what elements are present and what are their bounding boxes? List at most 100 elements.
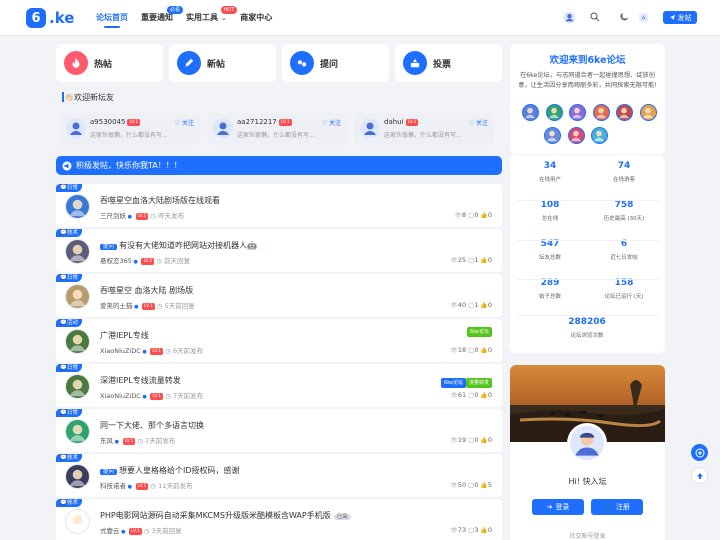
eye-icon: 👁	[450, 347, 458, 354]
post-title[interactable]: 广港IEPL专线	[100, 330, 149, 341]
author-avatar[interactable]	[65, 374, 90, 399]
author-name[interactable]: 悬权恋365	[100, 257, 132, 265]
follow-button[interactable]: ♡ 关注	[175, 118, 194, 127]
nav-item[interactable]: 论坛首页	[96, 12, 128, 28]
post-row[interactable]: 💬日常 吞噬星空血洛大陆剧场版在线观看 三尺剑妖 ● LV.1 ◷ 昨天发布 👁8 ▢…	[56, 184, 502, 227]
post-category-tag: 💬技术	[56, 499, 82, 507]
avatar[interactable]	[360, 118, 380, 138]
thumb-up-icon[interactable]: 👍	[478, 302, 487, 309]
thumb-up-icon[interactable]: 👍	[478, 347, 487, 354]
active-user-avatar[interactable]	[569, 104, 586, 121]
post-label-tag[interactable]: 6ke论坛	[467, 327, 492, 337]
post-category-tag: 💬日常	[56, 364, 82, 372]
new-user-card[interactable]: a9530045 LV.1 这家伙很懒，什么都没有写... ♡ 关注	[60, 113, 200, 145]
user-name[interactable]: a9530045 LV.1	[90, 118, 141, 126]
quick-action-3[interactable]: 提问	[282, 44, 389, 82]
post-row[interactable]: 💬技术 提问 想要人皇格格给个ID授权码，感谢 科技诺者 ● LV.1 ◷ 11天前发…	[56, 454, 502, 497]
author-avatar[interactable]	[65, 194, 90, 219]
post-label-tag[interactable]: 6ke论坛	[441, 378, 466, 388]
post-row[interactable]: 💬技术 PHP电影网站源码自动采集MKCMS升级版米酷模板含WAP手机版 已采 式壹云…	[56, 499, 502, 540]
nav-item[interactable]: 商家中心	[240, 12, 272, 23]
login-button[interactable]: ➔ 登录	[532, 499, 584, 515]
post-time: 11天前发布	[158, 482, 193, 490]
avatar[interactable]	[66, 118, 86, 138]
post-row[interactable]: 💬日常 深港IEPL专线流量转发 XiaoNiuZiDC ● LV.1 ◷ 7天前发…	[56, 364, 502, 407]
post-row[interactable]: 💬日常 同一下大佬、那个多语言切换 东风 ● LV.1 ◷ 7天前发布 👁19 ▢0 …	[56, 409, 502, 452]
clock-icon: ◷	[163, 392, 173, 400]
user-icon: ●	[126, 214, 134, 220]
user-name[interactable]: dahui LV.1	[384, 118, 419, 126]
thumb-up-icon[interactable]: 👍	[478, 437, 487, 444]
author-name[interactable]: XiaoNiuZiDC	[100, 347, 141, 355]
author-name[interactable]: 爱笑的土猫	[100, 302, 133, 310]
notice-bar[interactable]: 积极发帖，快乐你我TA！！！	[56, 156, 502, 175]
thumb-up-icon[interactable]: 👍	[478, 392, 487, 399]
social-login-label: 社交账号登录	[569, 533, 606, 540]
active-user-avatar[interactable]	[639, 104, 657, 121]
active-user-avatar[interactable]	[545, 104, 563, 121]
author-name[interactable]: 科技诺者	[100, 482, 126, 490]
post-label-tag[interactable]: 流量转发	[465, 378, 492, 388]
quick-action-1[interactable]: 热帖	[56, 44, 163, 82]
level-badge: LV.1	[135, 482, 149, 490]
author-name[interactable]: 三尺剑妖	[100, 212, 126, 220]
site-logo[interactable]: 6 .ke	[26, 8, 74, 28]
thumb-up-icon[interactable]: 👍	[478, 527, 487, 534]
level-badge: LV.2	[141, 257, 155, 265]
thumb-up-icon[interactable]: 👍	[478, 212, 487, 219]
nav-item[interactable]: 实用工具 HOT ⌄	[186, 6, 238, 23]
level-badge: LV.1	[122, 437, 136, 445]
post-row[interactable]: 💬日常 吞噬星空 血洛大陆 剧场版 爱笑的土猫 ● LV.1 ◷ 5天前回复 👁40 …	[56, 274, 502, 317]
moon-icon[interactable]	[617, 10, 631, 24]
nav-item[interactable]: 重要通知 必看	[141, 6, 183, 23]
thumb-up-icon[interactable]: 👍	[478, 257, 487, 264]
follow-button[interactable]: ♡ 关注	[469, 118, 488, 127]
active-user-avatar[interactable]	[567, 127, 585, 144]
welcome-card: 欢迎来到6ke论坛 在6ke论坛，与志同道合者一起碰撞思想、绽放创意，让生活因分…	[510, 44, 665, 154]
stats-divider	[516, 279, 659, 280]
float-add-button[interactable]	[691, 444, 708, 461]
author-avatar[interactable]	[65, 284, 90, 309]
new-user-card[interactable]: aa2712217 LV.1 这家伙很懒，什么都没有写... ♡ 关注	[207, 113, 347, 145]
new-user-card[interactable]: dahui LV.1 这家伙很懒，什么都没有写... ♡ 关注	[354, 113, 494, 145]
author-avatar[interactable]	[65, 239, 90, 264]
float-back-to-top[interactable]	[691, 467, 708, 484]
avatar[interactable]	[213, 118, 233, 138]
search-icon[interactable]	[588, 10, 602, 24]
author-name[interactable]: 式壹云	[100, 527, 120, 535]
post-title[interactable]: 深港IEPL专线流量转发	[100, 375, 181, 386]
post-category-tag: 💬日常	[56, 274, 82, 282]
user-name[interactable]: aa2712217 LV.1	[237, 118, 292, 126]
author-name[interactable]: 东风	[100, 437, 113, 445]
user-avatar[interactable]	[562, 10, 576, 24]
quick-action-label: 提问	[320, 59, 339, 70]
active-user-avatar[interactable]	[592, 104, 610, 121]
author-avatar[interactable]	[65, 464, 90, 489]
lang-icon[interactable]: A	[636, 10, 650, 24]
post-title[interactable]: 同一下大佬、那个多语言切换	[100, 420, 204, 431]
like-count: 0	[487, 256, 492, 264]
thumb-up-icon[interactable]: 👍	[478, 482, 487, 489]
post-title[interactable]: 提问 想要人皇格格给个ID授权码，感谢	[100, 465, 240, 476]
post-row[interactable]: 💬活动 广港IEPL专线 XiaoNiuZiDC ● LV.1 ◷ 6天前发布 6ke…	[56, 319, 502, 362]
post-category-label: 日常	[66, 275, 78, 281]
active-user-avatar[interactable]	[591, 127, 608, 144]
author-name[interactable]: XiaoNiuZiDC	[100, 392, 141, 400]
active-user-avatar[interactable]	[522, 104, 539, 121]
author-avatar[interactable]	[65, 419, 90, 444]
quick-action-4[interactable]: 投票	[395, 44, 502, 82]
quick-action-2[interactable]: 新帖	[169, 44, 276, 82]
post-title[interactable]: PHP电影网站源码自动采集MKCMS升级版米酷模板含WAP手机版 已采	[100, 510, 351, 521]
follow-button[interactable]: ♡ 关注	[322, 118, 341, 127]
post-title[interactable]: 吞噬星空 血洛大陆 剧场版	[100, 285, 193, 296]
post-title[interactable]: 吞噬星空血洛大陆剧场版在线观看	[100, 195, 220, 206]
post-button[interactable]: 发帖	[663, 11, 697, 24]
post-title[interactable]: 提问 有没有大佬知道咋把网站对接机器人🤖	[100, 240, 257, 251]
nav-badge: HOT	[220, 6, 238, 14]
author-avatar[interactable]	[65, 509, 90, 534]
register-button[interactable]: 👤 注册	[591, 499, 643, 515]
active-user-avatar[interactable]	[616, 104, 633, 121]
active-user-avatar[interactable]	[544, 127, 561, 144]
post-row[interactable]: 💬技术 提问 有没有大佬知道咋把网站对接机器人🤖 悬权恋365 ● LV.2 ◷ 前天…	[56, 229, 502, 272]
author-avatar[interactable]	[65, 329, 90, 354]
